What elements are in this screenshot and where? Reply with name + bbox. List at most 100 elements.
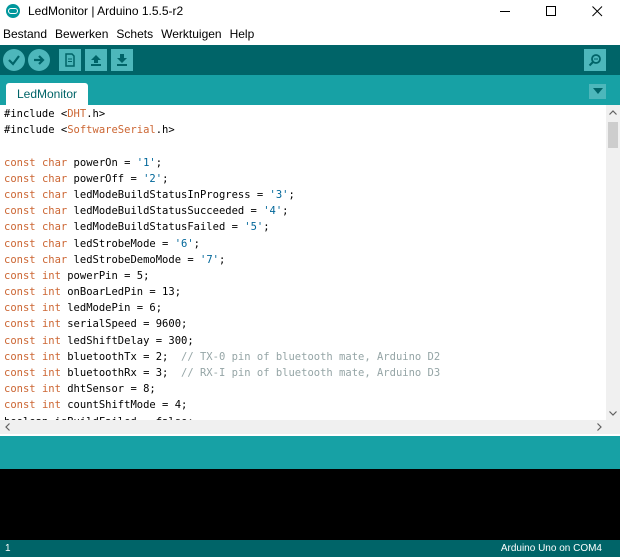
code-keyword: int [41,302,61,315]
upload-button[interactable] [28,49,50,71]
arrow-up-icon [91,55,101,66]
code-keyword: int [41,399,61,412]
code-line[interactable]: const char ledStrobeMode = '6'; [4,236,440,252]
code-token: ; [288,188,295,201]
arrow-right-icon [34,55,45,65]
verify-button[interactable] [3,49,25,71]
code-string: '7' [200,253,219,266]
code-line[interactable]: const char ledModeBuildStatusSucceeded =… [4,203,440,219]
code-line[interactable]: const int onBoarLedPin = 13; [4,284,440,300]
code-token: powerOn = [67,156,137,169]
code-comment: // RX-I pin of bluetooth mate, Arduino D… [181,367,441,379]
vertical-scroll-thumb[interactable] [608,122,618,148]
code-line[interactable] [4,138,440,154]
code-token: .h> [86,108,106,120]
tab-menu-button[interactable] [589,84,606,99]
code-string: '4' [263,205,283,218]
scroll-down-arrow-icon[interactable] [606,406,620,420]
code-line[interactable]: const int ledShiftDelay = 300; [4,333,440,349]
code-token: ledStrobeMode = [67,237,175,250]
code-line[interactable]: const int countShiftMode = 4; [4,397,440,413]
code-string: '3' [269,188,289,201]
open-button[interactable] [85,49,107,71]
code-line[interactable]: const int bluetoothTx = 2; // TX-0 pin o… [4,349,440,365]
maximize-button[interactable] [528,0,574,22]
code-keyword: const [4,188,36,201]
code-keyword: const [4,269,36,282]
code-line[interactable]: const char ledStrobeDemoMode = '7'; [4,252,440,268]
save-button[interactable] [111,49,133,71]
arduino-logo-icon [6,4,20,18]
code-keyword: const [4,302,36,315]
code-keyword: const [4,253,36,266]
scroll-up-arrow-icon[interactable] [606,105,620,119]
tab-bar: LedMonitor [0,75,620,105]
close-button[interactable] [574,0,620,22]
code-keyword: const [4,350,36,363]
code-line[interactable]: #include <DHT.h> [4,106,440,122]
code-text[interactable]: #include <DHT.h> #include <SoftwareSerial… [4,106,440,420]
code-line[interactable]: const int dhtSensor = 8; [4,381,440,397]
code-token: ledModeBuildStatusInProgress = [67,188,270,201]
code-token: ; [193,237,200,250]
code-token: countShiftMode = 4; [60,399,188,412]
menu-schets[interactable]: Schets [112,27,157,41]
code-editor[interactable]: #include <DHT.h> #include <SoftwareSerial… [0,105,606,420]
code-line[interactable]: const char powerOff = '2'; [4,171,440,187]
code-token: powerOff = [67,172,144,185]
scroll-left-arrow-icon[interactable] [0,420,14,434]
code-keyword: int [41,383,61,396]
menu-help[interactable]: Help [226,27,259,41]
code-comment: // TX-0 pin of bluetooth mate, Arduino D… [181,350,441,363]
minimize-button[interactable] [482,0,528,22]
message-area [0,436,620,469]
arrow-down-icon [117,54,127,66]
code-token: serialSpeed = 9600; [60,318,188,331]
code-line[interactable]: const char ledModeBuildStatusInProgress … [4,187,440,203]
serial-monitor-button[interactable] [584,49,606,71]
toolbar [0,45,620,75]
horizontal-scrollbar[interactable] [0,420,620,434]
title-bar: LedMonitor | Arduino 1.5.5-r2 [0,0,620,22]
code-keyword: char [41,221,68,234]
board-port-label: Arduino Uno on COM4 [500,543,602,554]
code-line[interactable]: #include <SoftwareSerial.h> [4,122,440,138]
code-keyword: char [41,253,68,266]
console-output[interactable] [0,469,620,540]
window-title: LedMonitor | Arduino 1.5.5-r2 [28,4,184,18]
code-keyword: char [41,237,68,250]
tab-ledmonitor[interactable]: LedMonitor [6,83,88,105]
code-line[interactable]: const int powerPin = 5; [4,268,440,284]
code-line[interactable]: const char ledModeBuildStatusFailed = '5… [4,219,440,235]
code-token: #include < [4,124,68,137]
code-keyword: SoftwareSerial [67,124,156,137]
scroll-right-arrow-icon[interactable] [592,420,606,434]
code-keyword: int [41,367,61,379]
menu-bestand[interactable]: Bestand [0,27,51,41]
code-keyword: const [4,205,36,218]
code-line[interactable]: const char powerOn = '1'; [4,155,440,171]
code-keyword: const [4,367,36,379]
code-line[interactable]: const int bluetoothRx = 3; // RX-I pin o… [4,365,440,381]
new-button[interactable] [59,49,81,71]
code-token: dhtSensor = 8; [60,383,156,396]
code-keyword: int [41,286,61,299]
code-keyword: const [4,172,36,185]
code-line[interactable]: const int serialSpeed = 9600; [4,316,440,332]
code-string: '1' [136,156,156,169]
menu-bewerken[interactable]: Bewerken [51,27,112,41]
code-keyword: int [41,318,61,331]
triangle-down-icon [592,88,603,94]
code-keyword: int [41,350,61,363]
code-keyword: const [4,156,36,169]
vertical-scrollbar[interactable] [606,105,620,420]
code-line[interactable]: const int ledModePin = 6; [4,300,440,316]
code-token: ledModePin = 6; [60,302,163,315]
code-token: bluetoothRx = 3; [60,367,182,379]
code-keyword: const [4,318,36,331]
code-keyword: char [41,172,68,185]
menu-werktuigen[interactable]: Werktuigen [157,27,225,41]
code-keyword: const [4,237,36,250]
code-keyword: int [41,269,61,282]
status-bar: 1 Arduino Uno on COM4 [0,540,620,557]
